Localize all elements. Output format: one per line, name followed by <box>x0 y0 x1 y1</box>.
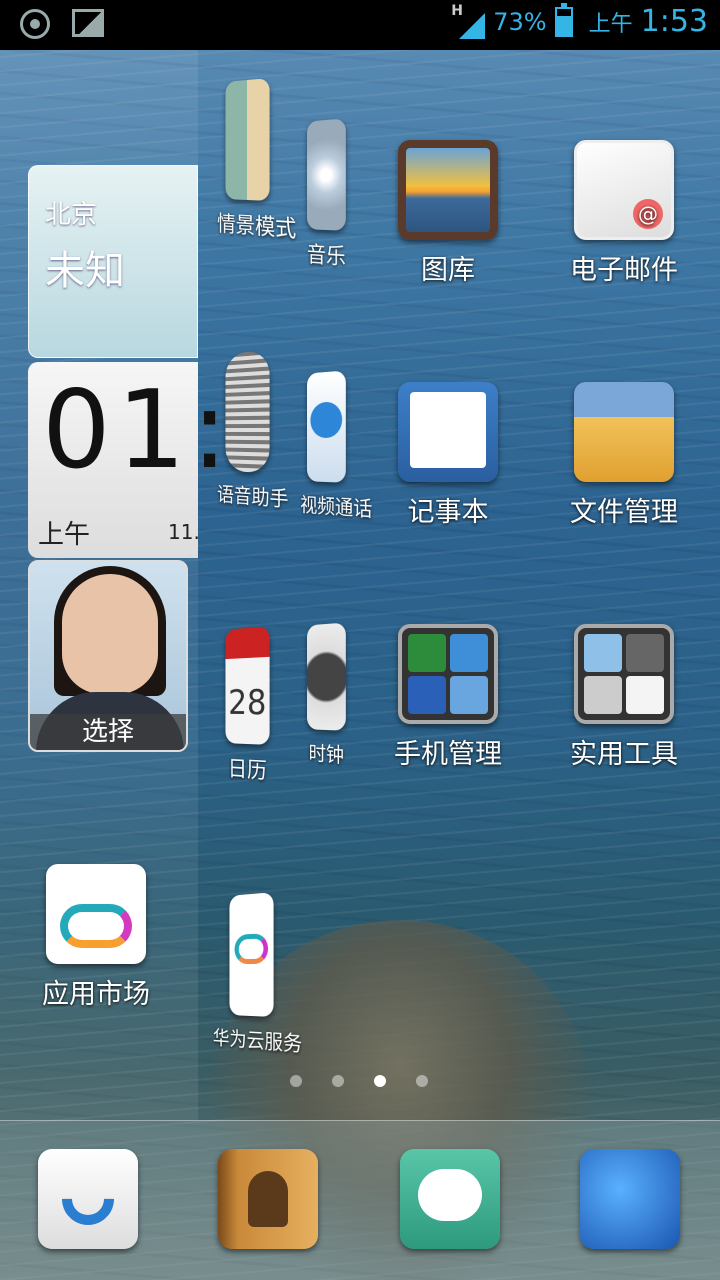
clock-widget-ampm: 上午 <box>38 520 91 550</box>
page-dot-active[interactable] <box>374 1075 386 1087</box>
status-ampm: 上午 <box>588 11 633 37</box>
app-label: 语音助手 <box>217 482 289 512</box>
gps-icon <box>20 9 50 39</box>
battery-percent: 73% <box>493 7 547 36</box>
sunset-photo-icon <box>398 140 498 240</box>
app-gallery[interactable]: 图库 <box>388 140 508 287</box>
phone-manager-icon <box>398 624 498 724</box>
clock-widget-time: 01: <box>42 368 234 493</box>
app-label: 情景模式 <box>217 212 297 244</box>
cd-icon <box>306 118 346 231</box>
app-label: 记事本 <box>407 497 489 528</box>
shopping-bag-cloud-icon <box>46 864 146 964</box>
weather-widget[interactable]: 北京 未知 <box>28 165 198 358</box>
status-time: 1:53 <box>640 4 708 39</box>
envelope-icon: @ <box>574 140 674 240</box>
app-calendar[interactable]: 28 日历 <box>217 625 279 786</box>
contact-avatar <box>62 574 158 694</box>
page-indicator <box>290 1075 428 1087</box>
app-label: 应用市场 <box>42 979 150 1010</box>
app-video-call[interactable]: 视频通话 <box>300 370 373 522</box>
clock-icon <box>306 622 346 731</box>
app-phone-manager[interactable]: 手机管理 <box>388 624 508 771</box>
app-notepad[interactable]: 记事本 <box>388 382 508 529</box>
app-email[interactable]: @ 电子邮件 <box>556 140 692 287</box>
calendar-icon: 28 <box>225 626 270 745</box>
app-label: 实用工具 <box>570 739 678 770</box>
microphone-icon <box>225 350 270 473</box>
contacts-icon[interactable] <box>218 1149 318 1249</box>
image-icon <box>72 9 104 37</box>
app-voice-assistant[interactable]: 语音助手 <box>217 349 289 512</box>
cloud-icon <box>229 892 274 1018</box>
battery-icon <box>554 2 573 37</box>
app-market[interactable]: 应用市场 <box>30 864 162 1011</box>
app-clock[interactable]: 时钟 <box>304 622 350 769</box>
app-label: 视频通话 <box>300 492 373 522</box>
clock-widget[interactable]: 01: 上午 11. <box>28 362 228 558</box>
app-scene-mode[interactable]: 情景模式 <box>217 77 297 244</box>
status-bar: H 73% 上午 1:53 <box>0 0 720 50</box>
weather-city: 北京 <box>45 200 98 230</box>
app-label: 音乐 <box>306 243 346 271</box>
app-label: 日历 <box>227 756 267 785</box>
app-label: 电子邮件 <box>570 255 678 286</box>
phone-icon[interactable] <box>38 1149 138 1249</box>
video-phone-icon <box>306 370 346 483</box>
person-card-icon <box>225 78 270 201</box>
tools-icon <box>574 624 674 724</box>
folder-icon <box>574 382 674 482</box>
app-label: 图库 <box>421 255 475 286</box>
notepad-pen-icon <box>398 382 498 482</box>
app-label: 文件管理 <box>570 497 678 528</box>
app-file-manager[interactable]: 文件管理 <box>556 382 692 529</box>
app-label: 时钟 <box>308 741 344 768</box>
app-music[interactable]: 音乐 <box>304 118 350 272</box>
messaging-icon[interactable] <box>400 1149 500 1249</box>
signal-icon: H <box>451 2 486 39</box>
contact-select-button[interactable]: 选择 <box>30 714 186 750</box>
app-cloud-service[interactable]: 华为云服务 <box>213 890 302 1056</box>
browser-globe-icon[interactable] <box>580 1149 680 1249</box>
page-dot[interactable] <box>332 1075 344 1087</box>
page-dot[interactable] <box>290 1075 302 1087</box>
network-type: H <box>451 2 463 19</box>
app-tools[interactable]: 实用工具 <box>556 624 692 771</box>
dock <box>0 1120 720 1280</box>
clock-widget-date: 11. <box>168 520 200 544</box>
app-label: 手机管理 <box>394 739 502 770</box>
page-dot[interactable] <box>416 1075 428 1087</box>
contact-widget[interactable]: 选择 <box>28 560 188 752</box>
weather-condition: 未知 <box>45 248 125 294</box>
